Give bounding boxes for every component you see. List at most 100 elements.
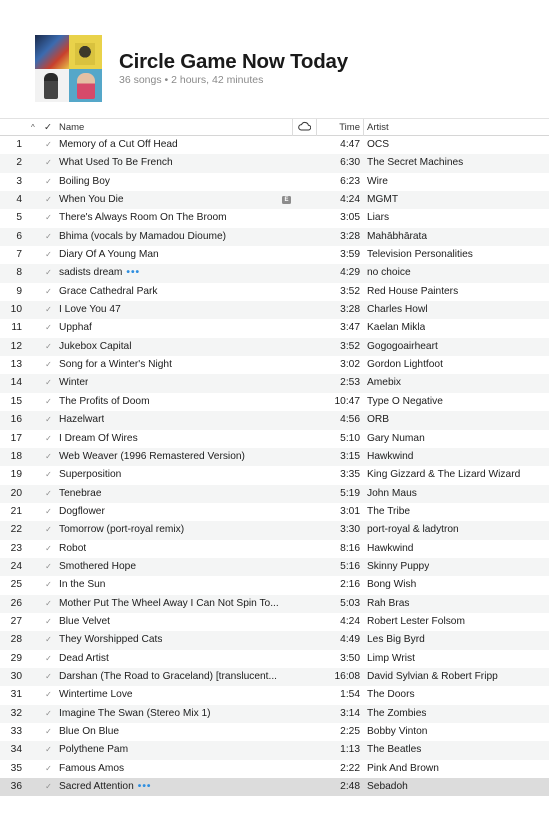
checkbox-checked-icon[interactable]: ✓ xyxy=(44,177,53,186)
table-row[interactable]: 2 ✓ What Used To Be French 6:30 The Secret M… xyxy=(0,154,549,173)
column-header-name[interactable]: Name xyxy=(59,122,84,133)
checkbox-checked-icon[interactable]: ✓ xyxy=(44,378,53,387)
checkbox-checked-icon[interactable]: ✓ xyxy=(44,195,53,204)
table-row[interactable]: 16 ✓ Hazelwart 4:56 ORB xyxy=(0,411,549,430)
table-row[interactable]: 34 ✓ Polythene Pam 1:13 The Beatles xyxy=(0,741,549,760)
playlist-artwork[interactable] xyxy=(35,35,102,102)
track-name[interactable]: Song for a Winter's Night xyxy=(59,359,172,370)
table-row[interactable]: 3 ✓ Boiling Boy 6:23 Wire xyxy=(0,173,549,191)
track-name[interactable]: Robot xyxy=(59,543,86,554)
track-artist[interactable]: Pink And Brown xyxy=(367,763,439,774)
table-row[interactable]: 33 ✓ Blue On Blue 2:25 Bobby Vinton xyxy=(0,723,549,741)
track-artist[interactable]: Hawkwind xyxy=(367,451,413,462)
checkbox-checked-icon[interactable]: ✓ xyxy=(44,507,53,516)
track-artist[interactable]: The Doors xyxy=(367,689,415,700)
table-row[interactable]: 15 ✓ The Profits of Doom 10:47 Type O Negati… xyxy=(0,393,549,411)
checkbox-checked-icon[interactable]: ✓ xyxy=(44,544,53,553)
checkbox-checked-icon[interactable]: ✓ xyxy=(44,415,53,424)
track-name[interactable]: Blue On Blue xyxy=(59,726,119,737)
track-name[interactable]: Sacred Attention ••• xyxy=(59,781,151,792)
track-name[interactable]: Grace Cathedral Park xyxy=(59,286,158,297)
checkbox-checked-icon[interactable]: ✓ xyxy=(44,470,53,479)
track-artist[interactable]: The Beatles xyxy=(367,744,421,755)
checkbox-checked-icon[interactable]: ✓ xyxy=(44,635,53,644)
track-name[interactable]: Smothered Hope xyxy=(59,561,136,572)
sort-ascending-icon[interactable]: ^ xyxy=(31,123,35,132)
checkbox-checked-icon[interactable]: ✓ xyxy=(44,140,53,149)
checkbox-checked-icon[interactable]: ✓ xyxy=(44,599,53,608)
track-artist[interactable]: Robert Lester Folsom xyxy=(367,616,465,627)
track-artist[interactable]: Gary Numan xyxy=(367,433,425,444)
track-name[interactable]: Tomorrow (port-royal remix) xyxy=(59,524,184,535)
table-row[interactable]: 29 ✓ Dead Artist 3:50 Limp Wrist xyxy=(0,650,549,668)
track-artist[interactable]: The Secret Machines xyxy=(367,157,463,168)
track-name[interactable]: Tenebrae xyxy=(59,488,101,499)
table-row[interactable]: 28 ✓ They Worshipped Cats 4:49 Les Big Byrd xyxy=(0,631,549,650)
track-artist[interactable]: ORB xyxy=(367,414,389,425)
checkbox-checked-icon[interactable]: ✓ xyxy=(44,745,53,754)
checkbox-checked-icon[interactable]: ✓ xyxy=(44,489,53,498)
checkbox-checked-icon[interactable]: ✓ xyxy=(44,305,53,314)
track-name[interactable]: sadists dream ••• xyxy=(59,267,140,278)
cloud-icon[interactable] xyxy=(298,121,312,134)
track-name[interactable]: Darshan (The Road to Graceland) [translu… xyxy=(59,671,277,682)
track-name[interactable]: Imagine The Swan (Stereo Mix 1) xyxy=(59,708,211,719)
checkbox-checked-icon[interactable]: ✓ xyxy=(44,580,53,589)
checkbox-checked-icon[interactable]: ✓ xyxy=(44,213,53,222)
checkbox-checked-icon[interactable]: ✓ xyxy=(44,232,53,241)
track-artist[interactable]: Bong Wish xyxy=(367,579,416,590)
track-name[interactable]: Dogflower xyxy=(59,506,105,517)
table-row[interactable]: 5 ✓ There's Always Room On The Broom 3:05 Li… xyxy=(0,209,549,227)
table-row[interactable]: 8 ✓ sadists dream ••• 4:29 no choice xyxy=(0,264,549,283)
more-options-icon[interactable]: ••• xyxy=(138,781,152,792)
table-row[interactable]: 32 ✓ Imagine The Swan (Stereo Mix 1) 3:14 Th… xyxy=(0,704,549,723)
checkbox-checked-icon[interactable]: ✓ xyxy=(44,690,53,699)
table-row[interactable]: 19 ✓ Superposition 3:35 King Gizzard & The L… xyxy=(0,466,549,484)
checkbox-checked-icon[interactable]: ✓ xyxy=(44,397,53,406)
track-artist[interactable]: Charles Howl xyxy=(367,304,428,315)
track-artist[interactable]: David Sylvian & Robert Fripp xyxy=(367,671,498,682)
table-row[interactable]: 21 ✓ Dogflower 3:01 The Tribe xyxy=(0,503,549,521)
track-name[interactable]: Memory of a Cut Off Head xyxy=(59,139,178,150)
track-artist[interactable]: MGMT xyxy=(367,194,398,205)
checkbox-checked-icon[interactable]: ✓ xyxy=(44,525,53,534)
track-name[interactable]: I Dream Of Wires xyxy=(59,433,138,444)
track-artist[interactable]: Type O Negative xyxy=(367,396,443,407)
checkbox-checked-icon[interactable]: ✓ xyxy=(44,782,53,791)
checkbox-checked-icon[interactable]: ✓ xyxy=(44,323,53,332)
table-row[interactable]: 12 ✓ Jukebox Capital 3:52 Gogogoairheart xyxy=(0,337,549,357)
track-artist[interactable]: no choice xyxy=(367,267,411,278)
track-artist[interactable]: port-royal & ladytron xyxy=(367,524,459,535)
table-row[interactable]: 11 ✓ Upphaf 3:47 Kaelan Mikla xyxy=(0,319,549,337)
checkbox-checked-icon[interactable]: ✓ xyxy=(44,764,53,773)
track-artist[interactable]: Amebix xyxy=(367,377,401,388)
track-name[interactable]: Hazelwart xyxy=(59,414,104,425)
checkbox-checked-icon[interactable]: ✓ xyxy=(44,654,53,663)
column-header-artist[interactable]: Artist xyxy=(367,122,389,133)
track-name[interactable]: Mother Put The Wheel Away I Can Not Spin… xyxy=(59,598,279,609)
table-row[interactable]: 26 ✓ Mother Put The Wheel Away I Can Not S… xyxy=(0,594,549,613)
track-name[interactable]: Superposition xyxy=(59,469,121,480)
track-artist[interactable]: Hawkwind xyxy=(367,543,413,554)
track-artist[interactable]: John Maus xyxy=(367,488,417,499)
track-name[interactable]: The Profits of Doom xyxy=(59,396,150,407)
table-row[interactable]: 10 ✓ I Love You 47 3:28 Charles Howl xyxy=(0,301,549,320)
track-artist[interactable]: Television Personalities xyxy=(367,249,473,260)
track-artist[interactable]: Gordon Lightfoot xyxy=(367,359,443,370)
more-options-icon[interactable]: ••• xyxy=(126,267,140,278)
track-name[interactable]: They Worshipped Cats xyxy=(59,634,162,645)
track-artist[interactable]: Kaelan Mikla xyxy=(367,322,425,333)
checkbox-checked-icon[interactable]: ✓ xyxy=(44,158,53,167)
checkbox-checked-icon[interactable]: ✓ xyxy=(44,287,53,296)
track-name[interactable]: In the Sun xyxy=(59,579,105,590)
track-name[interactable]: When You Die xyxy=(59,194,124,205)
checkbox-checked-icon[interactable]: ✓ xyxy=(44,617,53,626)
track-name[interactable]: Boiling Boy xyxy=(59,176,110,187)
checkbox-checked-icon[interactable]: ✓ xyxy=(44,672,53,681)
track-name[interactable]: Polythene Pam xyxy=(59,744,128,755)
table-row[interactable]: 4 ✓ When You Die E 4:24 MGMT xyxy=(0,191,549,210)
table-row[interactable]: 6 ✓ Bhima (vocals by Mamadou Dioume) 3:28 Ma… xyxy=(0,227,549,247)
checkbox-checked-icon[interactable]: ✓ xyxy=(44,562,53,571)
track-name[interactable]: Web Weaver (1996 Remastered Version) xyxy=(59,451,245,462)
checkbox-checked-icon[interactable]: ✓ xyxy=(44,434,53,443)
